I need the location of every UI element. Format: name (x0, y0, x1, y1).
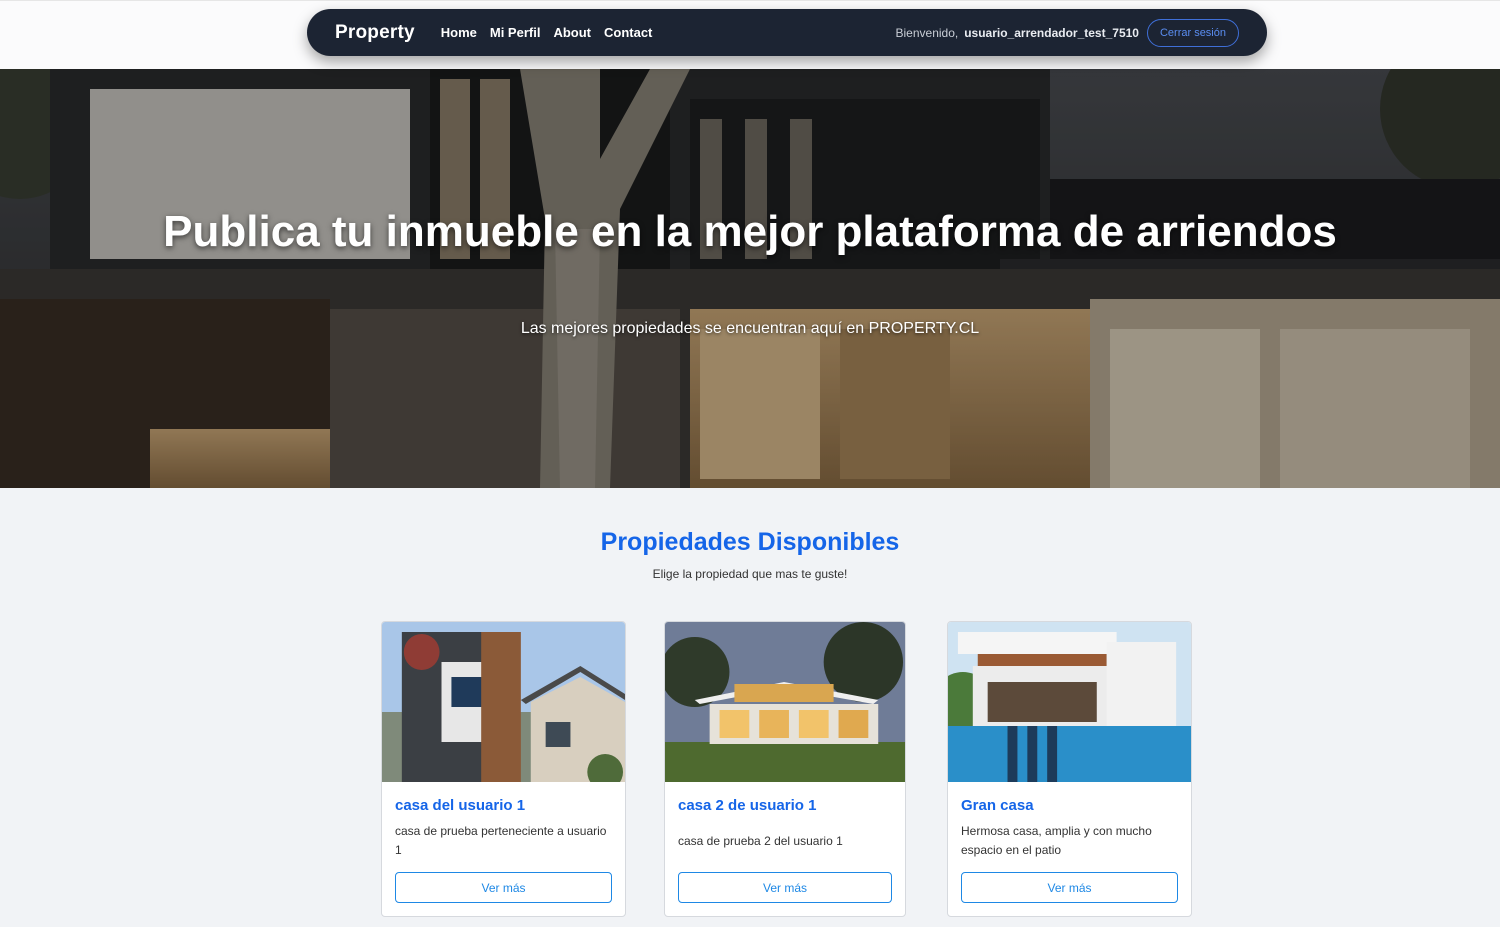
hero-overlay (0, 69, 1500, 488)
property-title[interactable]: casa 2 de usuario 1 (678, 797, 816, 814)
property-image (665, 622, 905, 782)
property-image (948, 622, 1191, 782)
hero-title: Publica tu inmueble en la mejor platafor… (163, 207, 1337, 256)
nav-link-home[interactable]: Home (441, 25, 477, 40)
property-description: Hermosa casa, amplia y con mucho espacio… (961, 824, 1152, 857)
ver-mas-button[interactable]: Ver más (678, 872, 892, 903)
hero-subtitle: Las mejores propiedades se encuentran aq… (520, 320, 980, 337)
section-title: Propiedades Disponibles (600, 528, 900, 556)
section-subtitle: Elige la propiedad que mas te guste! (652, 567, 848, 581)
property-description: casa de prueba 2 del usuario 1 (678, 833, 843, 848)
property-title[interactable]: casa del usuario 1 (395, 797, 525, 814)
user-area: Bienvenido, usuario_arrendador_test_7510… (895, 18, 1239, 47)
brand-logo[interactable]: Property (335, 22, 415, 44)
hero-banner: Publica tu inmueble en la mejor platafor… (0, 69, 1500, 488)
navbar: Property Home Mi Perfil About Contact Bi… (307, 9, 1267, 56)
ver-mas-button[interactable]: Ver más (961, 872, 1178, 903)
nav-link-mi-perfil[interactable]: Mi Perfil (490, 25, 541, 40)
property-image (382, 622, 625, 782)
username: usuario_arrendador_test_7510 (964, 25, 1139, 40)
property-description: casa de prueba perteneciente a usuario 1 (395, 824, 607, 857)
welcome-text: Bienvenido, (895, 25, 959, 40)
nav-links: Home Mi Perfil About Contact (441, 25, 653, 40)
property-card: casa 2 de usuario 1 casa de prueba 2 del… (664, 621, 906, 917)
nav-link-contact[interactable]: Contact (604, 25, 652, 40)
ver-mas-button[interactable]: Ver más (395, 872, 612, 903)
property-card: Gran casa Hermosa casa, amplia y con muc… (947, 621, 1192, 917)
logout-button[interactable]: Cerrar sesión (1146, 18, 1239, 47)
property-card: casa del usuario 1 casa de prueba perten… (381, 621, 626, 917)
nav-link-about[interactable]: About (553, 25, 591, 40)
property-title[interactable]: Gran casa (961, 797, 1034, 814)
